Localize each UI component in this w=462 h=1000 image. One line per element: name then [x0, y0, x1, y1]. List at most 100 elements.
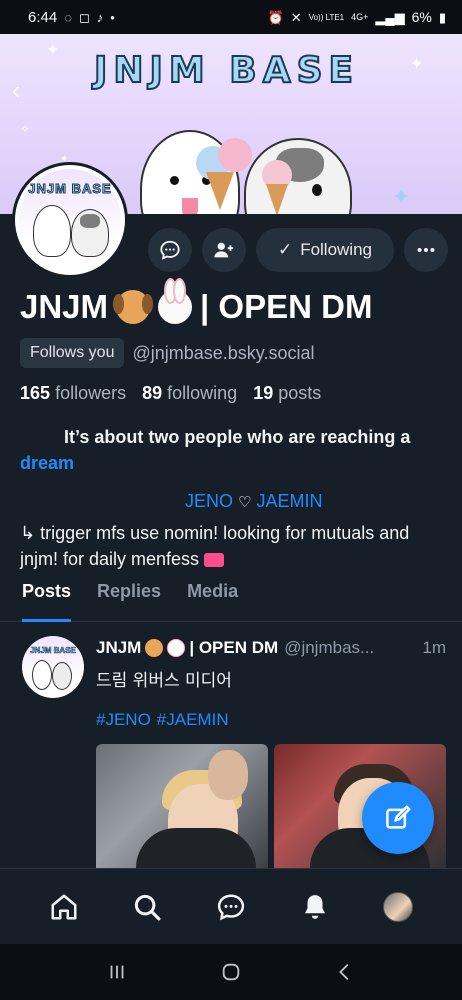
post-author-avatar[interactable]: JNJM BASE	[22, 636, 84, 698]
status-time: 6:44	[28, 8, 58, 26]
home-circle-icon[interactable]	[220, 961, 242, 983]
ice-cream-cone	[266, 184, 288, 214]
compose-icon	[386, 805, 411, 829]
profile-bio: It’s about two people who are reaching a…	[20, 424, 446, 572]
hashtag-jaemin[interactable]: #JAEMIN	[157, 710, 229, 730]
follows-row: Follows you @jnjmbase.bsky.social	[20, 338, 315, 368]
post-author-handle[interactable]: @jnjmbas...	[284, 638, 374, 658]
add-user-button[interactable]	[201, 228, 246, 272]
post-author-prefix: JNJM	[96, 638, 142, 657]
following-label-stat: following	[167, 383, 238, 403]
bio-name-b[interactable]: JAEMIN	[257, 491, 323, 511]
bottom-navigation	[0, 868, 462, 944]
post-author-suffix: | OPEN DM	[189, 638, 279, 657]
battery-icon: ▮	[438, 9, 446, 25]
sparkle-icon: ✦	[392, 184, 411, 209]
mute-icon: ✕	[290, 9, 302, 25]
tiktok-icon: ♪	[96, 9, 104, 25]
nav-profile[interactable]	[376, 885, 420, 929]
dog-emoji-icon	[145, 639, 164, 657]
post-avatar-title: JNJM BASE	[30, 646, 76, 656]
profile-display-name: JNJM | OPEN DM	[20, 278, 373, 326]
heart-icon: ♡	[238, 494, 252, 511]
profile-avatar	[383, 891, 414, 922]
following-count: 89	[142, 383, 163, 403]
profile-tabs: Posts Replies Media	[0, 576, 462, 622]
following-label: Following	[300, 240, 372, 259]
message-button[interactable]	[147, 228, 192, 272]
avatar-puppy	[33, 205, 71, 257]
recents-icon[interactable]	[106, 961, 128, 983]
avatar-title: JNJM BASE	[28, 181, 112, 197]
signal-icon: ▂▄▆	[375, 9, 405, 25]
post-timestamp: 1m	[422, 638, 446, 657]
bio-names: JENO ♡ JAEMIN	[20, 488, 446, 516]
display-name-suffix: | OPEN DM	[200, 288, 373, 325]
bio-link[interactable]: dream	[20, 453, 74, 473]
love-letter-icon	[204, 553, 225, 568]
nav-notifications[interactable]	[293, 885, 337, 929]
add-user-icon	[214, 242, 234, 258]
bunny-emoji-icon	[158, 278, 193, 324]
post-text: 드림 위버스 미디어	[96, 671, 232, 691]
post-author-name[interactable]: JNJM | OPEN DM	[96, 638, 278, 658]
compose-button[interactable]	[362, 782, 434, 854]
network-4g-label: 4G+	[351, 12, 369, 22]
profile-handle: @jnjmbase.bsky.social	[132, 342, 315, 363]
following-stat[interactable]: 89 following	[142, 383, 237, 404]
chat-icon	[217, 893, 245, 920]
bunny-emoji-icon	[167, 639, 186, 657]
home-icon	[51, 894, 77, 919]
system-navigation	[0, 944, 462, 1000]
whatsapp-icon: ◌	[64, 9, 72, 25]
profile-actions: ✓ Following	[147, 228, 448, 272]
nav-search[interactable]	[125, 885, 169, 929]
tab-posts[interactable]: Posts	[22, 576, 72, 622]
status-bar: 6:44 ◌ ◻ ♪ • ⏰ ✕ Vo)) LTE1 4G+ ▂▄▆ 6% ▮	[0, 0, 462, 34]
bio-name-a[interactable]: JENO	[185, 491, 233, 511]
more-horizontal-icon	[417, 247, 435, 253]
profile-stats: 165 followers 89 following 19 posts	[20, 383, 321, 404]
bio-line-3: ↳ trigger mfs use nomin! looking for mut…	[20, 520, 446, 572]
battery-level: 6%	[411, 9, 432, 25]
nav-chat[interactable]	[209, 885, 253, 929]
avatar-cat	[71, 209, 109, 257]
ice-cream-scoop	[218, 138, 252, 172]
display-name-prefix: JNJM	[20, 288, 109, 325]
search-icon	[135, 894, 161, 920]
post-image[interactable]	[96, 744, 268, 868]
chat-bubble-icon	[160, 240, 180, 260]
dot-icon: •	[110, 9, 115, 25]
hashtag-jeno[interactable]: #JENO	[96, 710, 151, 730]
posts-stat: 19 posts	[253, 383, 321, 404]
nav-home[interactable]	[42, 885, 86, 929]
profile-avatar[interactable]: JNJM BASE	[12, 162, 128, 278]
post-tags: #JENO #JAEMIN	[96, 710, 229, 730]
sparkle-icon: ✦	[410, 56, 424, 73]
post-header: JNJM | OPEN DM @jnjmbas... 1m	[96, 638, 446, 658]
more-options-button[interactable]	[404, 228, 448, 272]
notifications-icon	[304, 894, 325, 919]
dog-emoji-icon	[113, 290, 154, 324]
posts-count: 19	[253, 383, 274, 403]
tab-media[interactable]: Media	[187, 576, 238, 621]
instagram-icon: ◻	[78, 9, 90, 25]
following-button[interactable]: ✓ Following	[255, 228, 394, 272]
alarm-icon: ⏰	[267, 9, 284, 25]
posts-label: posts	[278, 383, 322, 403]
ice-cream-cone	[206, 172, 234, 210]
followers-stat[interactable]: 165 followers	[20, 383, 126, 404]
check-icon: ✓	[277, 240, 293, 259]
bio-line-1: It’s about two people who are reaching a	[64, 427, 411, 447]
followers-label: followers	[55, 383, 127, 403]
banner-title: JNJM BASE	[93, 49, 360, 92]
back-arrow-icon[interactable]: ‹	[12, 79, 34, 103]
sparkle-icon: ✧	[20, 122, 31, 136]
sparkle-icon: ✦	[46, 42, 60, 59]
back-chevron-icon[interactable]	[334, 961, 356, 983]
cat-illustration	[244, 138, 352, 214]
tab-replies[interactable]: Replies	[97, 576, 161, 621]
volte-icon: Vo)) LTE1	[308, 12, 345, 22]
follows-you-badge: Follows you	[20, 338, 125, 368]
followers-count: 165	[20, 383, 51, 403]
